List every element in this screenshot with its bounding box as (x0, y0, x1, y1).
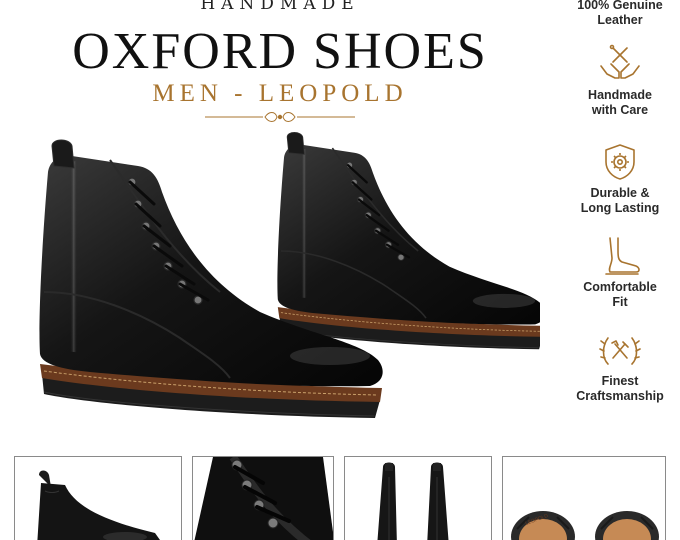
thumbnail-lace-closeup-image (194, 457, 333, 540)
feature-label-line2: Craftsmanship (576, 389, 664, 403)
hands-needle-icon (600, 44, 640, 79)
feature-genuine-leather: 100% Genuine Leather (560, 0, 680, 28)
feature-comfortable: Comfortable Fit (560, 236, 680, 310)
thumbnail-sole-view[interactable]: LEOPOLD (502, 456, 666, 540)
thumbnail-lace-closeup[interactable] (192, 456, 334, 540)
tools-laurel-icon (599, 337, 641, 365)
feature-craftsmanship: Finest Craftsmanship (560, 330, 680, 404)
foot-icon (605, 237, 640, 275)
thumbnail-back-view-image (377, 462, 449, 540)
feature-label-line2: Long Lasting (580, 201, 660, 215)
thumbnail-strip: LEOPOLD (0, 456, 680, 540)
feature-label-line2: Fit (612, 295, 628, 309)
feature-label-line1: Comfortable (583, 280, 657, 294)
feature-label-line2: with Care (591, 103, 649, 117)
thumbnail-side-view[interactable] (14, 456, 182, 540)
feature-durable: Durable & Long Lasting (560, 142, 680, 216)
page-title: OXFORD SHOES (72, 23, 488, 80)
boot-right (277, 132, 540, 349)
header-kicker: HANDMADE (200, 0, 360, 14)
ornament-divider-icon (205, 112, 355, 122)
thumbnail-side-view-image (37, 470, 160, 540)
thumbnail-sole-view-image (511, 511, 659, 540)
header: HANDMADE OXFORD SHOES MEN - LEOPOLD (0, 0, 560, 130)
page-subtitle: MEN - LEOPOLD (152, 80, 408, 107)
hero-boots-image (20, 130, 540, 420)
feature-label-line1: 100% Genuine (577, 0, 663, 12)
features-list: 100% Genuine Leather Handmade with Care (560, 0, 680, 420)
feature-handmade: Handmade with Care (560, 44, 680, 118)
feature-label-line2: Leather (597, 13, 643, 27)
shield-gear-icon (605, 144, 635, 180)
feature-label-line1: Handmade (588, 88, 652, 102)
thumbnail-back-view[interactable] (344, 456, 492, 540)
feature-label-line1: Finest (601, 374, 639, 388)
feature-label-line1: Durable & (590, 186, 650, 200)
